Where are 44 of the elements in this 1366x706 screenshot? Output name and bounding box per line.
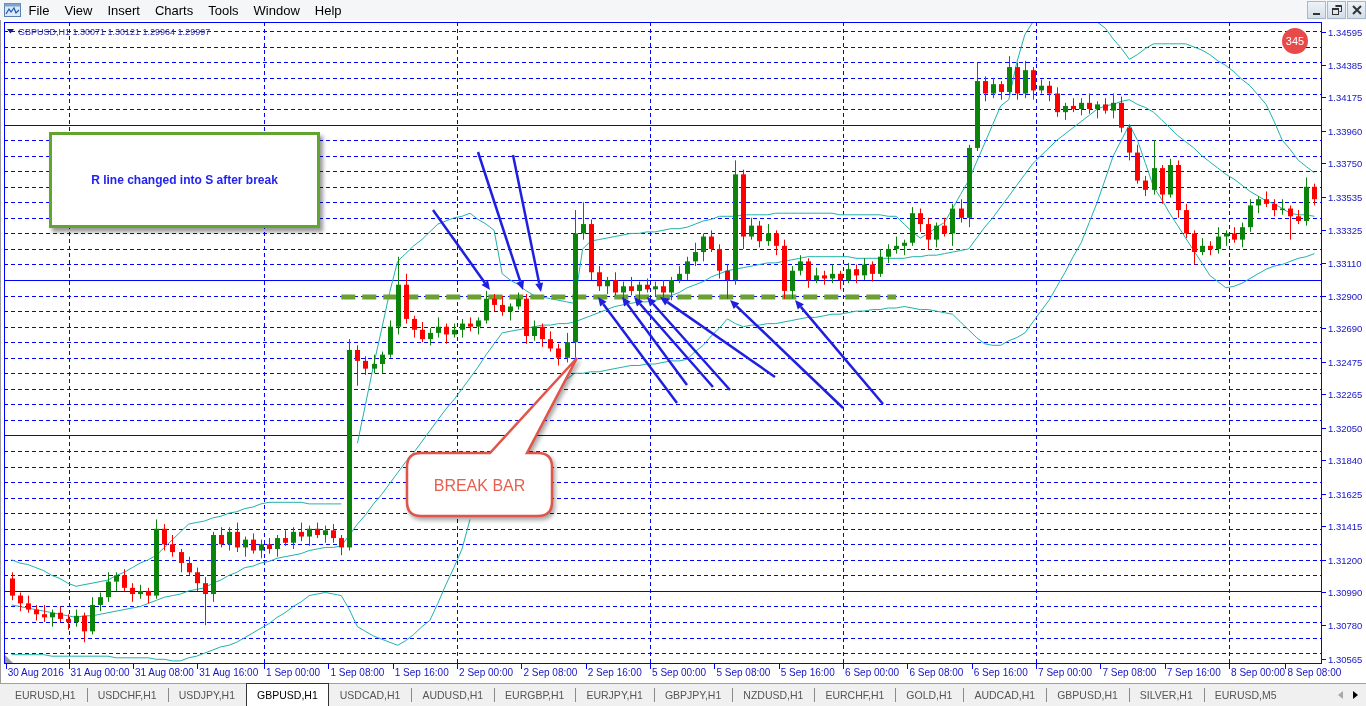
y-axis-label: 1.34385 xyxy=(1328,60,1363,71)
x-axis-label: 5 Sep 00:00 xyxy=(652,667,707,678)
x-axis-label: 8 Sep 00:00 xyxy=(1231,667,1286,678)
y-axis-label: 1.32900 xyxy=(1328,291,1363,302)
y-axis-label: 1.31840 xyxy=(1328,455,1363,466)
y-axis-label: 1.30990 xyxy=(1328,587,1363,598)
x-axis-label: 6 Sep 16:00 xyxy=(973,667,1028,678)
y-axis-label: 1.33110 xyxy=(1328,258,1362,269)
y-axis-label: 1.30565 xyxy=(1328,654,1363,665)
y-axis-label: 1.31200 xyxy=(1328,555,1363,566)
x-axis-label: 8 Sep 08:00 xyxy=(1287,667,1342,678)
y-axis-label: 1.33325 xyxy=(1328,225,1363,236)
x-axis-label: 5 Sep 16:00 xyxy=(780,667,835,678)
y-axis-label: 1.32475 xyxy=(1328,357,1363,368)
x-axis-label: 2 Sep 08:00 xyxy=(523,667,578,678)
y-axis-label: 1.32690 xyxy=(1328,323,1363,334)
y-axis-label: 1.30780 xyxy=(1328,620,1363,631)
x-axis-label: 7 Sep 00:00 xyxy=(1038,667,1093,678)
x-axis-label: 2 Sep 16:00 xyxy=(587,667,642,678)
callout-text: BREAK BAR xyxy=(433,477,526,494)
x-axis-label: 31 Aug 00:00 xyxy=(70,667,130,678)
x-axis-label: 5 Sep 08:00 xyxy=(716,667,771,678)
x-axis-label: 1 Sep 08:00 xyxy=(330,667,385,678)
y-axis-label: 1.33960 xyxy=(1328,126,1363,137)
x-axis-label: 7 Sep 16:00 xyxy=(1166,667,1221,678)
x-axis-label: 31 Aug 08:00 xyxy=(134,667,194,678)
y-axis-label: 1.32265 xyxy=(1328,389,1363,400)
x-axis-label: 31 Aug 16:00 xyxy=(199,667,259,678)
y-axis-label: 1.34175 xyxy=(1328,92,1363,103)
y-axis-label: 1.33750 xyxy=(1328,158,1363,169)
y-axis-label: 1.31625 xyxy=(1328,489,1363,500)
x-axis-label: 30 Aug 2016 xyxy=(7,667,64,678)
text-note: R line changed into S after break xyxy=(49,132,320,228)
y-axis-label: 1.34595 xyxy=(1328,27,1363,38)
x-axis-label: 7 Sep 08:00 xyxy=(1102,667,1157,678)
x-axis-label: 1 Sep 16:00 xyxy=(394,667,449,678)
y-axis-label: 1.31415 xyxy=(1328,521,1363,532)
y-axis-label: 1.32050 xyxy=(1328,423,1363,434)
x-axis-label: 6 Sep 00:00 xyxy=(845,667,900,678)
x-axis-label: 6 Sep 08:00 xyxy=(909,667,964,678)
x-axis-label: 2 Sep 00:00 xyxy=(459,667,514,678)
y-axis-label: 1.33535 xyxy=(1328,192,1363,203)
chart-title: GBPUSD,H1 1.30071 1.30121 1.29964 1.29997 xyxy=(18,27,211,37)
x-axis-label: 1 Sep 00:00 xyxy=(266,667,321,678)
